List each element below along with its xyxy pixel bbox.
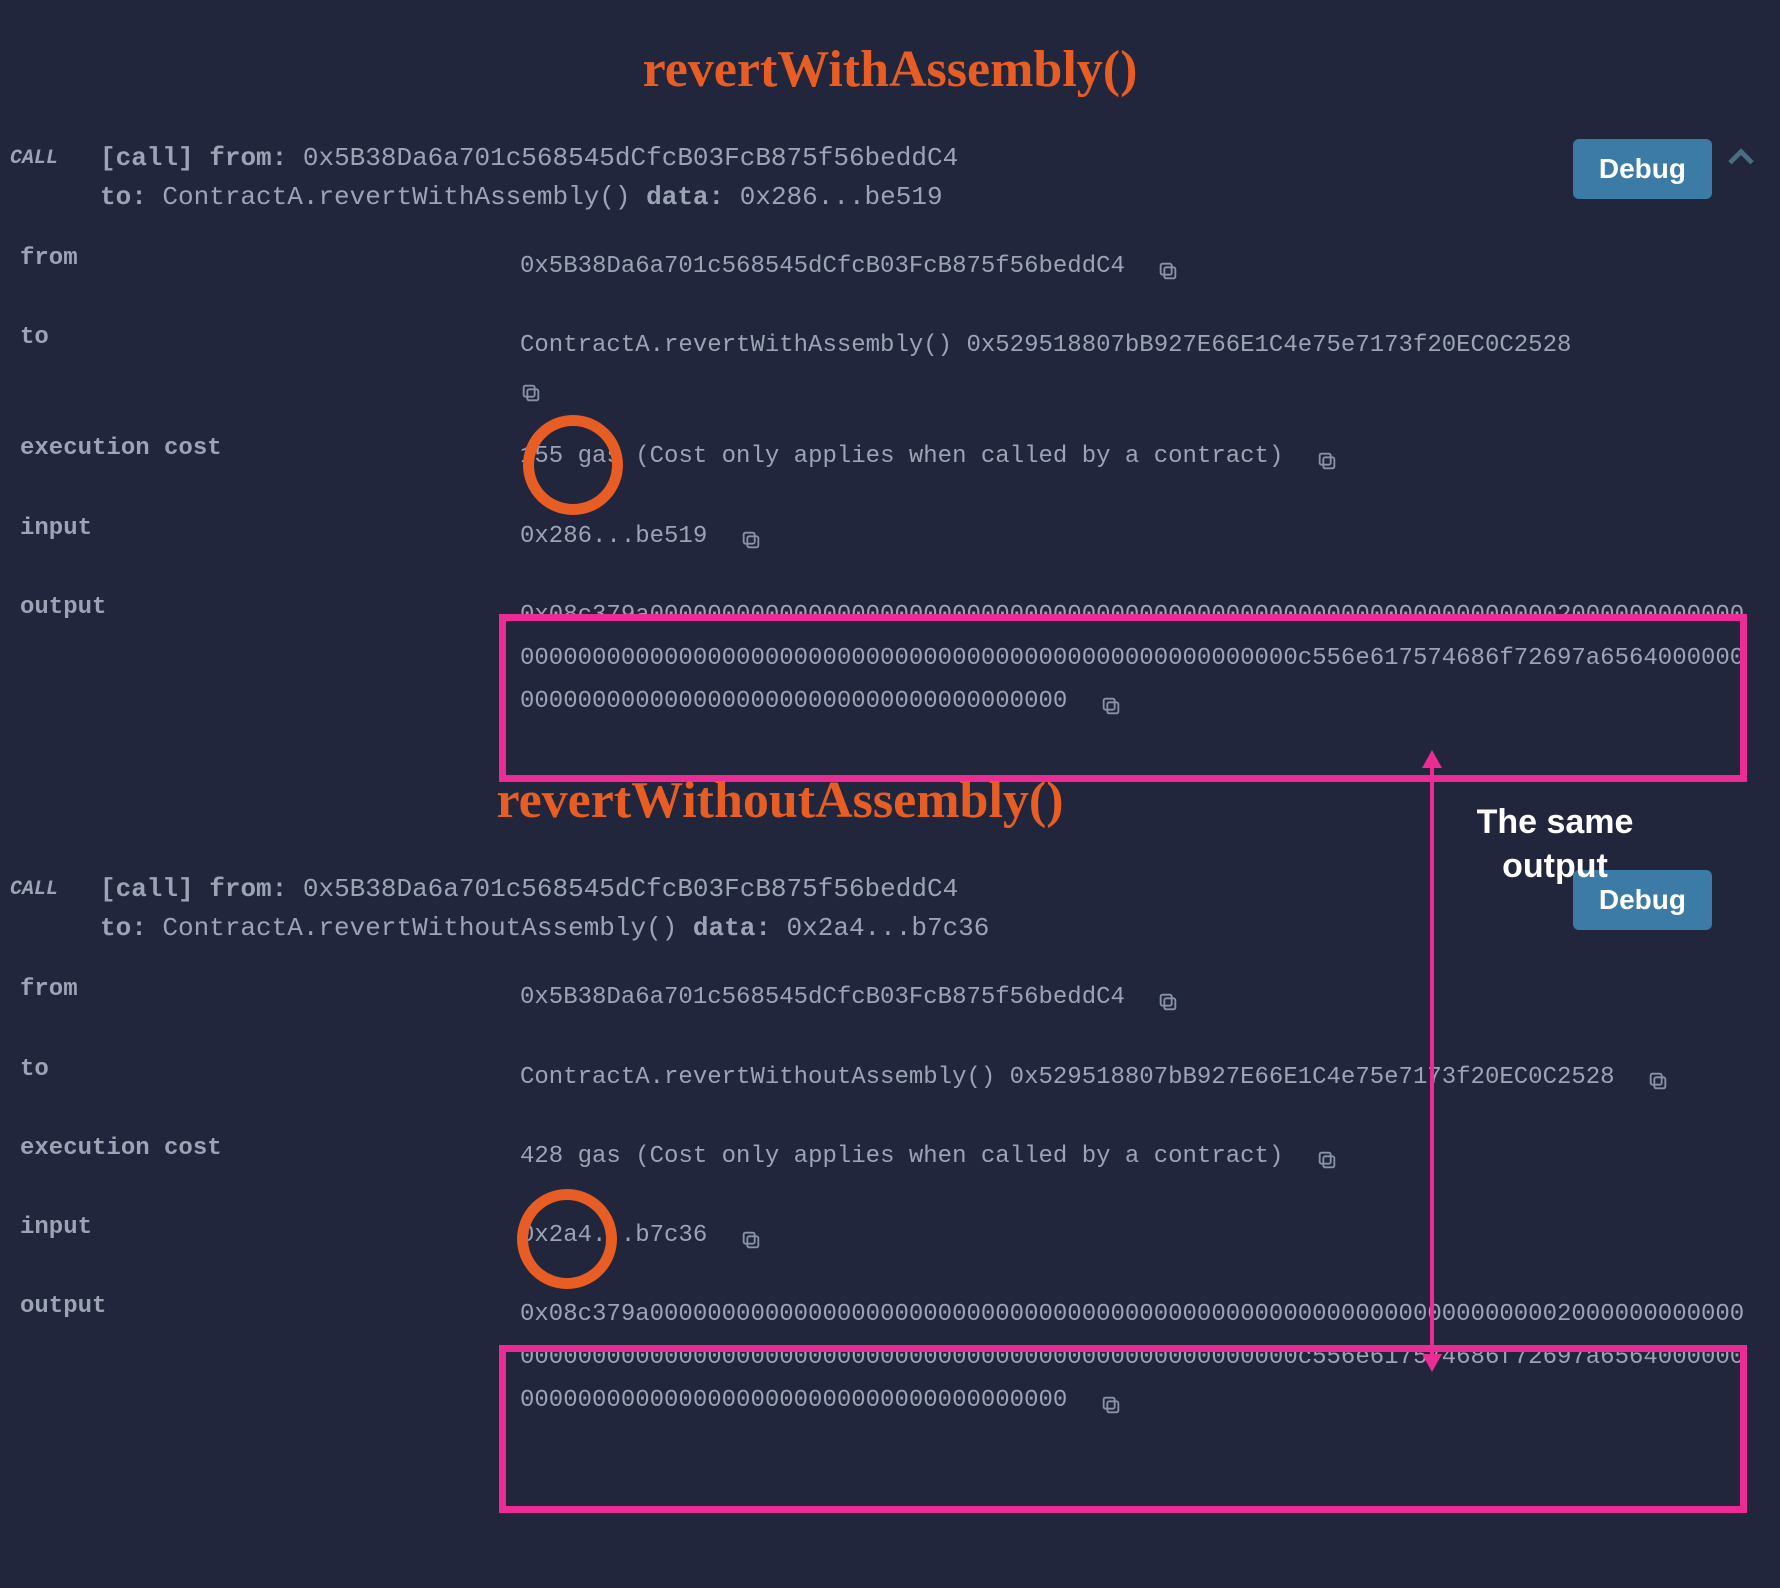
same-output-label: The same output <box>1430 800 1680 888</box>
transaction-block-1: revertWithAssembly() CALL [call] from: 0… <box>10 40 1770 741</box>
to-label: to <box>20 1056 520 1083</box>
arrow-head-up-icon <box>1422 750 1442 768</box>
output-value: 0x08c379a0000000000000000000000000000000… <box>520 594 1770 724</box>
from-value: 0x5B38Da6a701c568545dCfcB03FcB875f56bedd… <box>520 245 1770 288</box>
call-badge: CALL <box>10 870 100 901</box>
copy-icon[interactable] <box>1100 1389 1122 1411</box>
heading-1: revertWithAssembly() <box>10 40 1770 99</box>
copy-icon[interactable] <box>1157 255 1179 277</box>
cost-value: 428 gas (Cost only applies when called b… <box>520 1135 1770 1178</box>
tx-details-2: from 0x5B38Da6a701c568545dCfcB03FcB875f5… <box>10 958 1770 1440</box>
from-address: 0x5B38Da6a701c568545dCfcB03FcB875f56bedd… <box>303 143 958 173</box>
detail-from: from 0x5B38Da6a701c568545dCfcB03FcB875f5… <box>20 227 1770 306</box>
input-label: input <box>20 1214 520 1241</box>
copy-icon[interactable] <box>1647 1065 1669 1087</box>
to-value: ContractA.revertWithoutAssembly() 0x5295… <box>520 1056 1770 1099</box>
detail-input: input 0x286...be519 <box>20 497 1770 576</box>
to-value: ContractA.revertWithoutAssembly() <box>162 913 677 943</box>
copy-icon[interactable] <box>1157 986 1179 1008</box>
from-label: from <box>20 245 520 272</box>
detail-execution-cost: execution cost 155 gas (Cost only applie… <box>20 417 1770 496</box>
call-tag: [call] <box>100 874 194 904</box>
copy-icon[interactable] <box>1100 690 1122 712</box>
to-label: to: <box>100 913 147 943</box>
to-label: to: <box>100 182 147 212</box>
output-label: output <box>20 594 520 621</box>
data-value: 0x2a4...b7c36 <box>787 913 990 943</box>
debug-button[interactable]: Debug <box>1573 139 1712 199</box>
detail-to: to ContractA.revertWithAssembly() 0x5295… <box>20 306 1770 417</box>
cost-label: execution cost <box>20 1135 520 1162</box>
detail-input: input 0x2a4...b7c36 <box>20 1196 1770 1275</box>
output-label: output <box>20 1293 520 1320</box>
input-value: 0x286...be519 <box>520 515 1770 558</box>
data-value: 0x286...be519 <box>740 182 943 212</box>
copy-icon[interactable] <box>740 524 762 546</box>
tx-details-1: from 0x5B38Da6a701c568545dCfcB03FcB875f5… <box>10 227 1770 741</box>
chevron-up-icon[interactable] <box>1722 139 1760 188</box>
detail-output: output 0x08c379a000000000000000000000000… <box>20 576 1770 742</box>
detail-output: output 0x08c379a000000000000000000000000… <box>20 1275 1770 1441</box>
tx-summary: [call] from: 0x5B38Da6a701c568545dCfcB03… <box>100 870 1573 948</box>
tx-summary: [call] from: 0x5B38Da6a701c568545dCfcB03… <box>100 139 1573 217</box>
from-address: 0x5B38Da6a701c568545dCfcB03FcB875f56bedd… <box>303 874 958 904</box>
input-value: 0x2a4...b7c36 <box>520 1214 1770 1257</box>
from-label: from <box>20 976 520 1003</box>
from-value: 0x5B38Da6a701c568545dCfcB03FcB875f56bedd… <box>520 976 1770 1019</box>
copy-icon[interactable] <box>1316 445 1338 467</box>
input-label: input <box>20 515 520 542</box>
detail-execution-cost: execution cost 428 gas (Cost only applie… <box>20 1117 1770 1196</box>
output-value: 0x08c379a0000000000000000000000000000000… <box>520 1293 1770 1423</box>
tx-header-1[interactable]: CALL [call] from: 0x5B38Da6a701c568545dC… <box>10 129 1770 227</box>
call-badge: CALL <box>10 139 100 170</box>
to-value: ContractA.revertWithAssembly() <box>162 182 630 212</box>
call-tag: [call] <box>100 143 194 173</box>
data-label: data: <box>693 913 771 943</box>
from-label: from: <box>209 874 287 904</box>
cost-label: execution cost <box>20 435 520 462</box>
cost-value: 155 gas (Cost only applies when called b… <box>520 435 1770 478</box>
copy-icon[interactable] <box>520 377 542 399</box>
copy-icon[interactable] <box>740 1224 762 1246</box>
detail-to: to ContractA.revertWithoutAssembly() 0x5… <box>20 1038 1770 1117</box>
to-value: ContractA.revertWithAssembly() 0x5295188… <box>520 324 1770 399</box>
to-label: to <box>20 324 520 351</box>
from-label: from: <box>209 143 287 173</box>
data-label: data: <box>646 182 724 212</box>
copy-icon[interactable] <box>1316 1144 1338 1166</box>
detail-from: from 0x5B38Da6a701c568545dCfcB03FcB875f5… <box>20 958 1770 1037</box>
